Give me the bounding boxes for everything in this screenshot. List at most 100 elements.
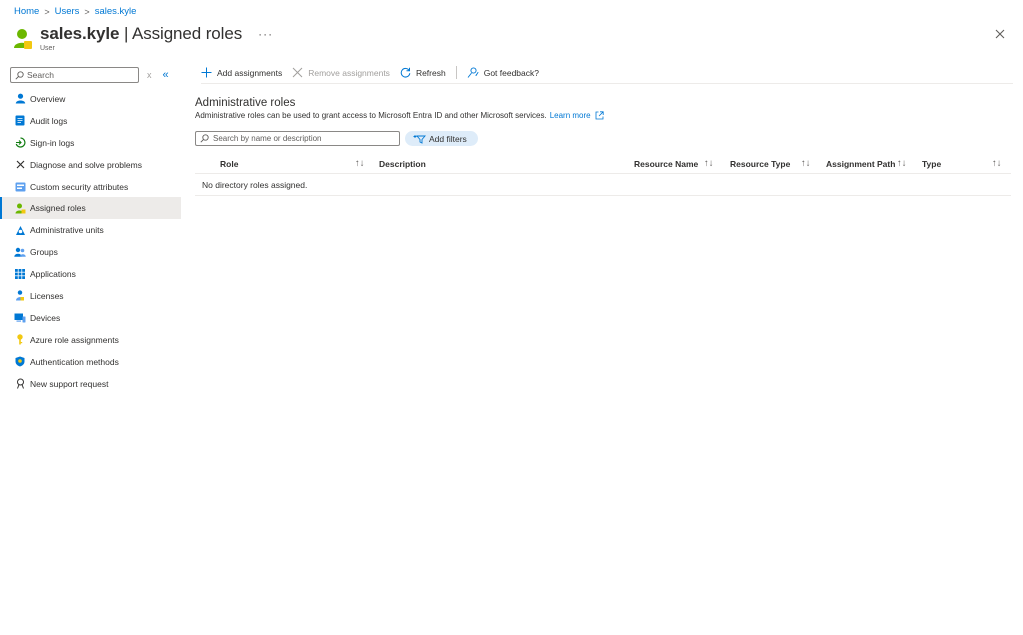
groups-icon <box>14 246 26 258</box>
sidebar-nav: Overview Audit logs Sign-in logs Diagnos… <box>0 88 181 394</box>
breadcrumb-home[interactable]: Home <box>14 6 39 17</box>
collapse-sidebar-button[interactable]: « <box>163 69 169 81</box>
sidebar-item-overview[interactable]: Overview <box>0 88 181 110</box>
sort-icon[interactable]: ↑↓ <box>704 158 714 169</box>
page-title: sales.kyle | Assigned roles <box>40 24 242 44</box>
feedback-label: Got feedback? <box>483 67 539 78</box>
toolbar-divider <box>455 66 457 79</box>
add-assignments-label: Add assignments <box>217 67 283 78</box>
sidebar-item-label: Applications <box>30 269 76 280</box>
remove-assignments-label: Remove assignments <box>308 67 390 78</box>
column-header-description[interactable]: Description <box>379 159 426 169</box>
sidebar-item-new-support-request[interactable]: New support request <box>0 373 181 395</box>
sidebar-item-azure-role-assignments[interactable]: Azure role assignments <box>0 329 181 351</box>
remove-assignments-button[interactable]: Remove assignments <box>292 67 390 78</box>
sidebar-item-administrative-units[interactable]: Administrative units <box>0 219 181 241</box>
sidebar-item-label: Azure role assignments <box>30 334 119 345</box>
sidebar-item-diagnose[interactable]: Diagnose and solve problems <box>0 154 181 176</box>
add-assignments-button[interactable]: Add assignments <box>201 67 282 78</box>
column-header-resource-type[interactable]: Resource Type <box>730 159 790 169</box>
breadcrumb: Home > Users > sales.kyle <box>14 6 136 17</box>
column-header-resource-name[interactable]: Resource Name <box>634 159 698 169</box>
user-icon <box>14 93 26 105</box>
sidebar-item-assigned-roles[interactable]: Assigned roles <box>0 197 181 220</box>
license-icon <box>14 290 26 302</box>
shield-icon <box>14 356 26 368</box>
user-name: sales.kyle <box>40 24 120 43</box>
sidebar-search-row: Search x « <box>0 66 181 84</box>
sign-in-icon <box>14 137 26 149</box>
apps-grid-icon <box>14 268 26 280</box>
sidebar-search-input[interactable]: Search <box>10 67 139 83</box>
empty-message: No directory roles assigned. <box>202 179 308 190</box>
main-content: Add assignments Remove assignments Refre… <box>195 66 1013 196</box>
section-description: Administrative roles can be used to gran… <box>195 111 1010 120</box>
column-header-assignment-path[interactable]: Assignment Path <box>826 159 895 169</box>
sidebar-item-audit-logs[interactable]: Audit logs <box>0 110 181 132</box>
add-filters-button[interactable]: Add filters <box>405 131 478 146</box>
refresh-label: Refresh <box>415 67 446 78</box>
search-icon <box>200 134 209 143</box>
feedback-button[interactable]: Got feedback? <box>467 67 539 78</box>
sidebar-item-label: Authentication methods <box>30 356 119 367</box>
page-header: sales.kyle | Assigned roles ··· User <box>13 24 273 52</box>
section-title: Administrative roles <box>195 97 296 109</box>
breadcrumb-separator: > <box>84 6 90 17</box>
sidebar-item-licenses[interactable]: Licenses <box>0 285 181 307</box>
more-options-button[interactable]: ··· <box>258 27 273 41</box>
key-icon <box>14 334 26 346</box>
remove-x-icon <box>292 67 303 78</box>
sidebar-item-label: Sign-in logs <box>30 137 75 148</box>
refresh-icon <box>400 67 411 78</box>
breadcrumb-users[interactable]: Users <box>55 6 80 17</box>
sort-icon[interactable]: ↑↓ <box>897 158 907 169</box>
sidebar-item-label: Licenses <box>30 290 64 301</box>
sidebar-item-devices[interactable]: Devices <box>0 307 181 329</box>
sidebar-item-label: Overview <box>30 93 66 104</box>
sidebar-item-label: Assigned roles <box>30 203 86 214</box>
column-header-type[interactable]: Type <box>922 159 941 169</box>
page-subtitle: User <box>40 45 55 52</box>
role-search-input[interactable]: Search by name or description <box>195 131 400 146</box>
plus-icon <box>201 67 212 78</box>
filter-row: Search by name or description Add filter… <box>195 131 1010 146</box>
breadcrumb-separator: > <box>44 6 50 17</box>
support-icon <box>14 378 26 390</box>
sidebar-item-custom-attributes[interactable]: Custom security attributes <box>0 176 181 198</box>
sort-icon[interactable]: ↑↓ <box>992 158 1002 169</box>
sort-icon[interactable]: ↑↓ <box>801 158 811 169</box>
feedback-icon <box>467 67 479 78</box>
sidebar-item-sign-in-logs[interactable]: Sign-in logs <box>0 132 181 154</box>
column-header-role[interactable]: Role <box>220 159 238 169</box>
sort-icon[interactable]: ↑↓ <box>355 158 365 169</box>
page-name: Assigned roles <box>131 24 243 43</box>
clear-search-button[interactable]: x <box>147 70 152 80</box>
sidebar-item-authentication-methods[interactable]: Authentication methods <box>0 351 181 373</box>
sidebar-item-label: Devices <box>30 312 61 323</box>
user-avatar-icon <box>14 29 32 49</box>
sidebar-search-placeholder: Search <box>27 70 54 80</box>
admin-units-icon <box>14 224 26 236</box>
role-icon <box>14 202 26 214</box>
sidebar-item-label: Groups <box>30 247 58 258</box>
table-header: Role ↑↓ Description Resource Name ↑↓ Res… <box>195 154 1011 174</box>
search-icon <box>15 70 24 80</box>
refresh-button[interactable]: Refresh <box>400 67 446 78</box>
add-filters-label: Add filters <box>429 133 467 144</box>
breadcrumb-user[interactable]: sales.kyle <box>95 6 137 17</box>
table-empty-row: No directory roles assigned. <box>195 174 1011 196</box>
command-bar: Add assignments Remove assignments Refre… <box>201 66 1013 84</box>
sidebar: Search x « Overview Audit logs Sign-in l… <box>0 66 181 394</box>
sidebar-item-label: Administrative units <box>30 225 104 236</box>
sidebar-item-label: New support request <box>30 378 109 389</box>
learn-more-link[interactable]: Learn more <box>550 111 591 120</box>
sidebar-item-groups[interactable]: Groups <box>0 241 181 263</box>
description-text: Administrative roles can be used to gran… <box>195 111 547 120</box>
close-icon[interactable] <box>993 27 1007 41</box>
title-separator: | <box>119 24 132 43</box>
external-link-icon[interactable] <box>595 111 604 120</box>
sidebar-item-label: Custom security attributes <box>30 181 129 192</box>
sidebar-item-label: Audit logs <box>30 115 68 126</box>
sidebar-item-applications[interactable]: Applications <box>0 263 181 285</box>
devices-icon <box>14 312 26 324</box>
